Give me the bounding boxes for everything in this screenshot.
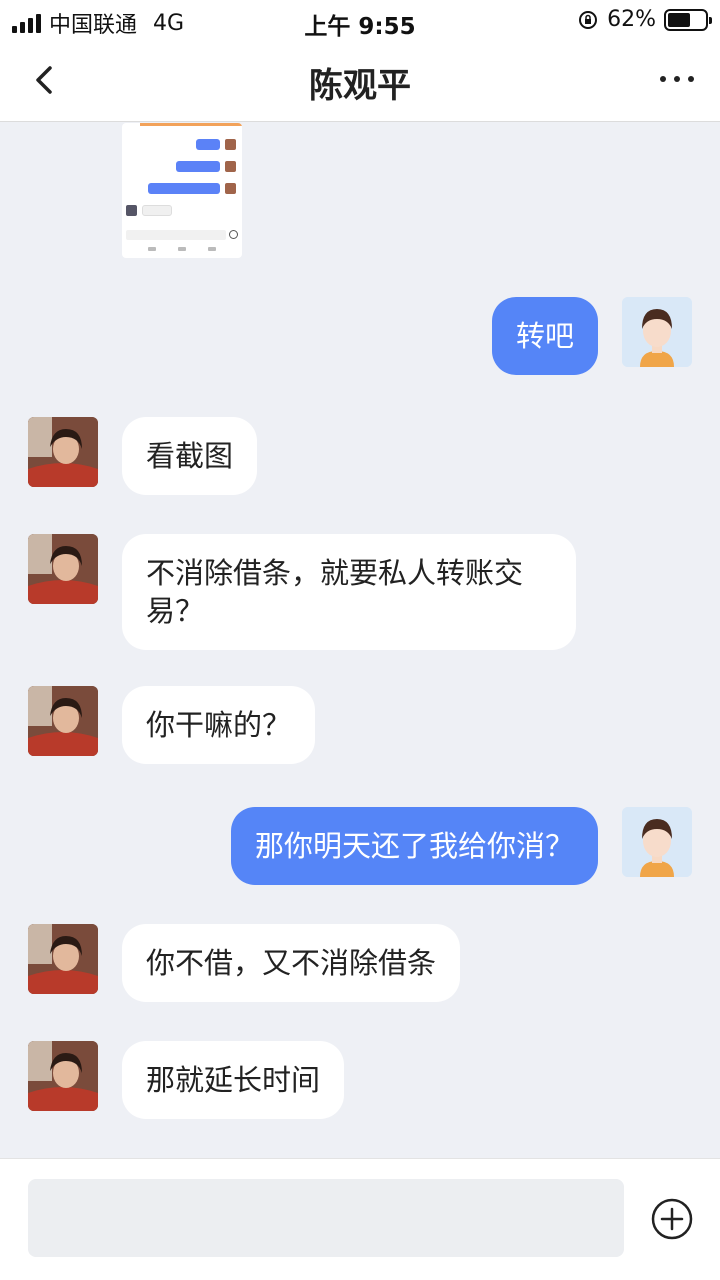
message-bubble-outgoing[interactable]: 那你明天还了我给你消？ — [230, 807, 598, 885]
message-bubble-outgoing[interactable]: 转吧 — [491, 297, 598, 375]
avatar-contact[interactable] — [28, 417, 98, 487]
battery-percent: 62% — [607, 7, 656, 32]
message-bubble-incoming[interactable]: 那就延长时间 — [122, 1041, 345, 1119]
avatar-contact[interactable] — [28, 534, 98, 604]
status-right: 62% — [577, 7, 712, 32]
status-bar: 中国联通 4G 上午 9:55 62% — [0, 0, 720, 40]
user-avatar-icon — [622, 297, 692, 367]
message-bubble-incoming[interactable]: 你干嘛的？ — [122, 686, 316, 764]
avatar-contact[interactable] — [28, 1041, 98, 1111]
avatar-contact[interactable] — [28, 924, 98, 994]
contact-photo — [28, 686, 98, 756]
contact-photo — [28, 534, 98, 604]
rotation-lock-icon — [579, 10, 598, 29]
message-bubble-incoming[interactable]: 不消除借条，就要私人转账交易？ — [122, 534, 576, 650]
message-bubble-incoming[interactable]: 你不借，又不消除借条 — [122, 924, 461, 1002]
contact-photo — [28, 924, 98, 994]
more-dots-icon[interactable] — [660, 76, 694, 82]
avatar-me[interactable] — [622, 297, 692, 367]
avatar-me[interactable] — [622, 807, 692, 877]
nav-bar: 陈观平 — [0, 40, 720, 122]
message-bubble-incoming[interactable]: 看截图 — [122, 417, 258, 495]
user-avatar-icon — [622, 807, 692, 877]
battery-icon — [664, 8, 712, 31]
message-input[interactable] — [28, 1179, 624, 1257]
input-bar — [0, 1158, 720, 1280]
page-title: 陈观平 — [309, 66, 411, 106]
plus-circle-icon[interactable] — [650, 1197, 694, 1241]
avatar-contact[interactable] — [28, 686, 98, 756]
screenshot-image-message[interactable] — [122, 123, 242, 258]
chat-area[interactable]: 转吧 看截图 不消除借条，就要私人转账交易？ 你干嘛的？ 那你明天还了我给你消？… — [0, 123, 720, 1158]
contact-photo — [28, 417, 98, 487]
contact-photo — [28, 1041, 98, 1111]
